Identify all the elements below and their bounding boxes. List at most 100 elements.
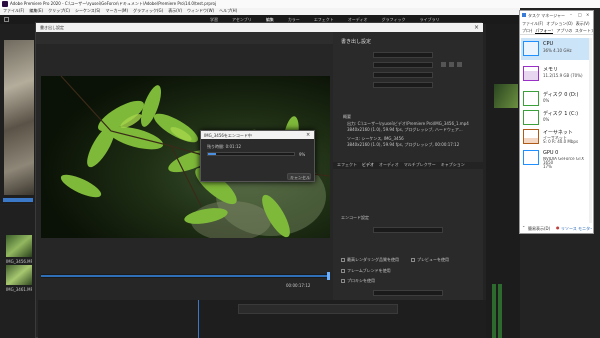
perf-item-gpu[interactable]: GPU 0 NVIDIA GeForce GTX 1650 17% [521, 147, 592, 169]
checkbox[interactable] [341, 269, 345, 273]
encode-progress-title: IMG_3456をエンコード中 [204, 133, 252, 138]
minimize-icon[interactable]: – [570, 12, 572, 17]
import-preset-icon[interactable] [449, 62, 454, 67]
format-select[interactable] [373, 52, 433, 58]
tm-menu-item[interactable]: ファイル(F) [522, 21, 543, 27]
perf-item-ethernet[interactable]: イーサネット イーサネット S: 0 R: 40.0 Mbps [521, 126, 592, 148]
playhead-icon[interactable] [327, 272, 330, 280]
settings-tab[interactable]: オーディオ [379, 162, 399, 169]
perf-item-memory[interactable]: メモリ 11.2/15.9 GB (70%) [521, 63, 592, 85]
perf-item-sub: 36% 4.10 GHz [543, 48, 572, 53]
premiere-title-bar: Adobe Premiere Pro 2020 - C:\ユーザー\ryusei… [0, 0, 600, 8]
summary-label: 概要 [343, 114, 351, 119]
menu-item[interactable]: ヘルプ(H) [219, 8, 237, 15]
menu-item[interactable]: 編集(E) [29, 8, 43, 15]
perf-item-name: ディスク 0 (D:) [543, 92, 579, 98]
comment-field[interactable] [373, 72, 433, 78]
timeline-playhead[interactable] [198, 300, 199, 338]
checkbox[interactable] [411, 258, 415, 262]
task-manager-menu: ファイル(F) オプション(O) 表示(V) [522, 21, 590, 27]
screen: Adobe Premiere Pro 2020 - C:\ユーザー\ryusei… [0, 0, 600, 338]
perf-item-name: ディスク 1 (C:) [543, 111, 579, 117]
home-icon[interactable] [4, 17, 9, 22]
close-icon[interactable]: × [586, 12, 589, 17]
menu-item[interactable]: 表示(V) [168, 8, 182, 15]
audio-meter [492, 284, 496, 338]
tm-tab[interactable]: パフォーマンス [535, 28, 554, 34]
task-manager-titlebar: タスク マネージャー – □ × [520, 11, 593, 19]
checkbox[interactable] [341, 258, 345, 262]
export-dialog-title: 書き出し設定 [40, 25, 64, 30]
menu-item[interactable]: クリップ(C) [48, 8, 70, 15]
perf-item-sub: 0% [543, 98, 550, 103]
summary-output-details: 3840x2160 (1.0), 59.94 fps, プログレッシブ, ハード… [347, 127, 463, 132]
task-manager-footer: ⌃ 簡易表示(D) ● リソース モニターを開く [520, 223, 593, 233]
disk0-graph [523, 91, 539, 106]
settings-tab[interactable]: ビデオ [362, 162, 374, 169]
checkbox-row[interactable]: フレームブレンドを使用 [341, 268, 391, 274]
menu-item[interactable]: グラフィック(G) [133, 8, 163, 15]
checkbox-row[interactable]: プレビューを使用 [411, 257, 449, 263]
fewer-details-link[interactable]: 簡易表示(D) [528, 226, 550, 232]
progress-percent: 9% [299, 152, 306, 157]
settings-tabs: エフェクト ビデオ オーディオ マルチプレクサー キャプション [333, 162, 483, 169]
export-timeline[interactable] [41, 272, 330, 280]
encode-progress-dialog: IMG_3456をエンコード中 × 残り時間: 0:01:12 9% キャンセル [200, 130, 315, 182]
perf-item-cpu[interactable]: CPU 36% 4.10 GHz [521, 38, 592, 60]
project-item-name: IMG_3456.MP4 [6, 259, 32, 264]
perf-item-name: メモリ [543, 67, 559, 73]
task-manager-scrollbar[interactable] [589, 38, 592, 223]
memory-graph [523, 66, 539, 81]
premiere-logo-icon [2, 1, 8, 7]
preset-select[interactable] [373, 62, 433, 68]
close-icon[interactable]: × [474, 24, 479, 31]
save-preset-icon[interactable] [441, 62, 446, 67]
disk1-graph [523, 110, 539, 125]
menu-item[interactable]: シーケンス(S) [75, 8, 100, 15]
project-item[interactable] [6, 235, 32, 257]
maximize-icon[interactable]: □ [578, 12, 582, 17]
checkbox-row[interactable]: 最高レンダリング品質を使用 [341, 257, 399, 263]
resource-monitor-link[interactable]: リソース モニターを開く [561, 226, 592, 232]
close-icon[interactable]: × [306, 132, 310, 138]
checkbox[interactable] [341, 279, 345, 283]
export-dialog-titlebar: 書き出し設定 × [36, 23, 483, 32]
settings-header: 書き出し設定 [341, 39, 372, 45]
checkbox-row[interactable]: プロキシを使用 [341, 278, 375, 284]
tm-tab[interactable]: プロセス [522, 28, 532, 34]
settings-tab[interactable]: マルチプレクサー [404, 162, 436, 169]
encode-settings-header: エンコード設定 [341, 215, 369, 220]
tm-menu-item[interactable]: オプション(O) [546, 21, 572, 27]
delete-preset-icon[interactable] [457, 62, 462, 67]
menu-item[interactable]: マーカー(M) [105, 8, 128, 15]
settings-tab[interactable]: エフェクト [337, 162, 357, 169]
perf-item-sub: NVIDIA GeForce GTX 1650 17% [543, 157, 584, 169]
perf-item-sub: イーサネット S: 0 R: 40.0 Mbps [543, 136, 579, 144]
encode-progress-bar [207, 152, 295, 156]
project-item[interactable] [6, 265, 32, 285]
tm-tab[interactable]: スタートアップ [575, 28, 593, 34]
tm-menu-item[interactable]: 表示(V) [576, 21, 590, 27]
fewer-details-icon[interactable]: ⌃ [522, 225, 525, 230]
premiere-menu-bar: ファイル(F) 編集(E) クリップ(C) シーケンス(S) マーカー(M) グ… [0, 8, 520, 15]
timeline-time: 00:00:17:12 [286, 283, 311, 288]
source-timecode [3, 198, 33, 202]
menu-item[interactable]: ウィンドウ(W) [187, 8, 214, 15]
settings-tab[interactable]: キャプション [441, 162, 465, 169]
cancel-button[interactable]: キャンセル [287, 173, 311, 180]
project-panel: IMG_3456.MP4 IMG_3461.MP4 [0, 205, 38, 338]
premiere-window-title: Adobe Premiere Pro 2020 - C:\ユーザー\ryusei… [10, 1, 217, 6]
encode-progress-titlebar: IMG_3456をエンコード中 × [201, 131, 314, 139]
task-manager-tabs: プロセス パフォーマンス アプリの履歴 スタートアップ [520, 28, 593, 35]
source-thumbnail [4, 40, 34, 195]
output-name-field[interactable] [373, 82, 433, 88]
program-panel [486, 24, 520, 338]
program-thumbnail [494, 84, 518, 108]
time-interpolation-select[interactable] [373, 290, 443, 296]
menu-item[interactable]: ファイル(F) [3, 8, 24, 15]
encode-settings-select[interactable] [373, 227, 443, 233]
tm-tab[interactable]: アプリの履歴 [556, 28, 572, 34]
cpu-graph [523, 41, 539, 56]
remaining-time: 残り時間: 0:01:12 [207, 144, 242, 149]
timeline-clip[interactable] [238, 304, 398, 314]
